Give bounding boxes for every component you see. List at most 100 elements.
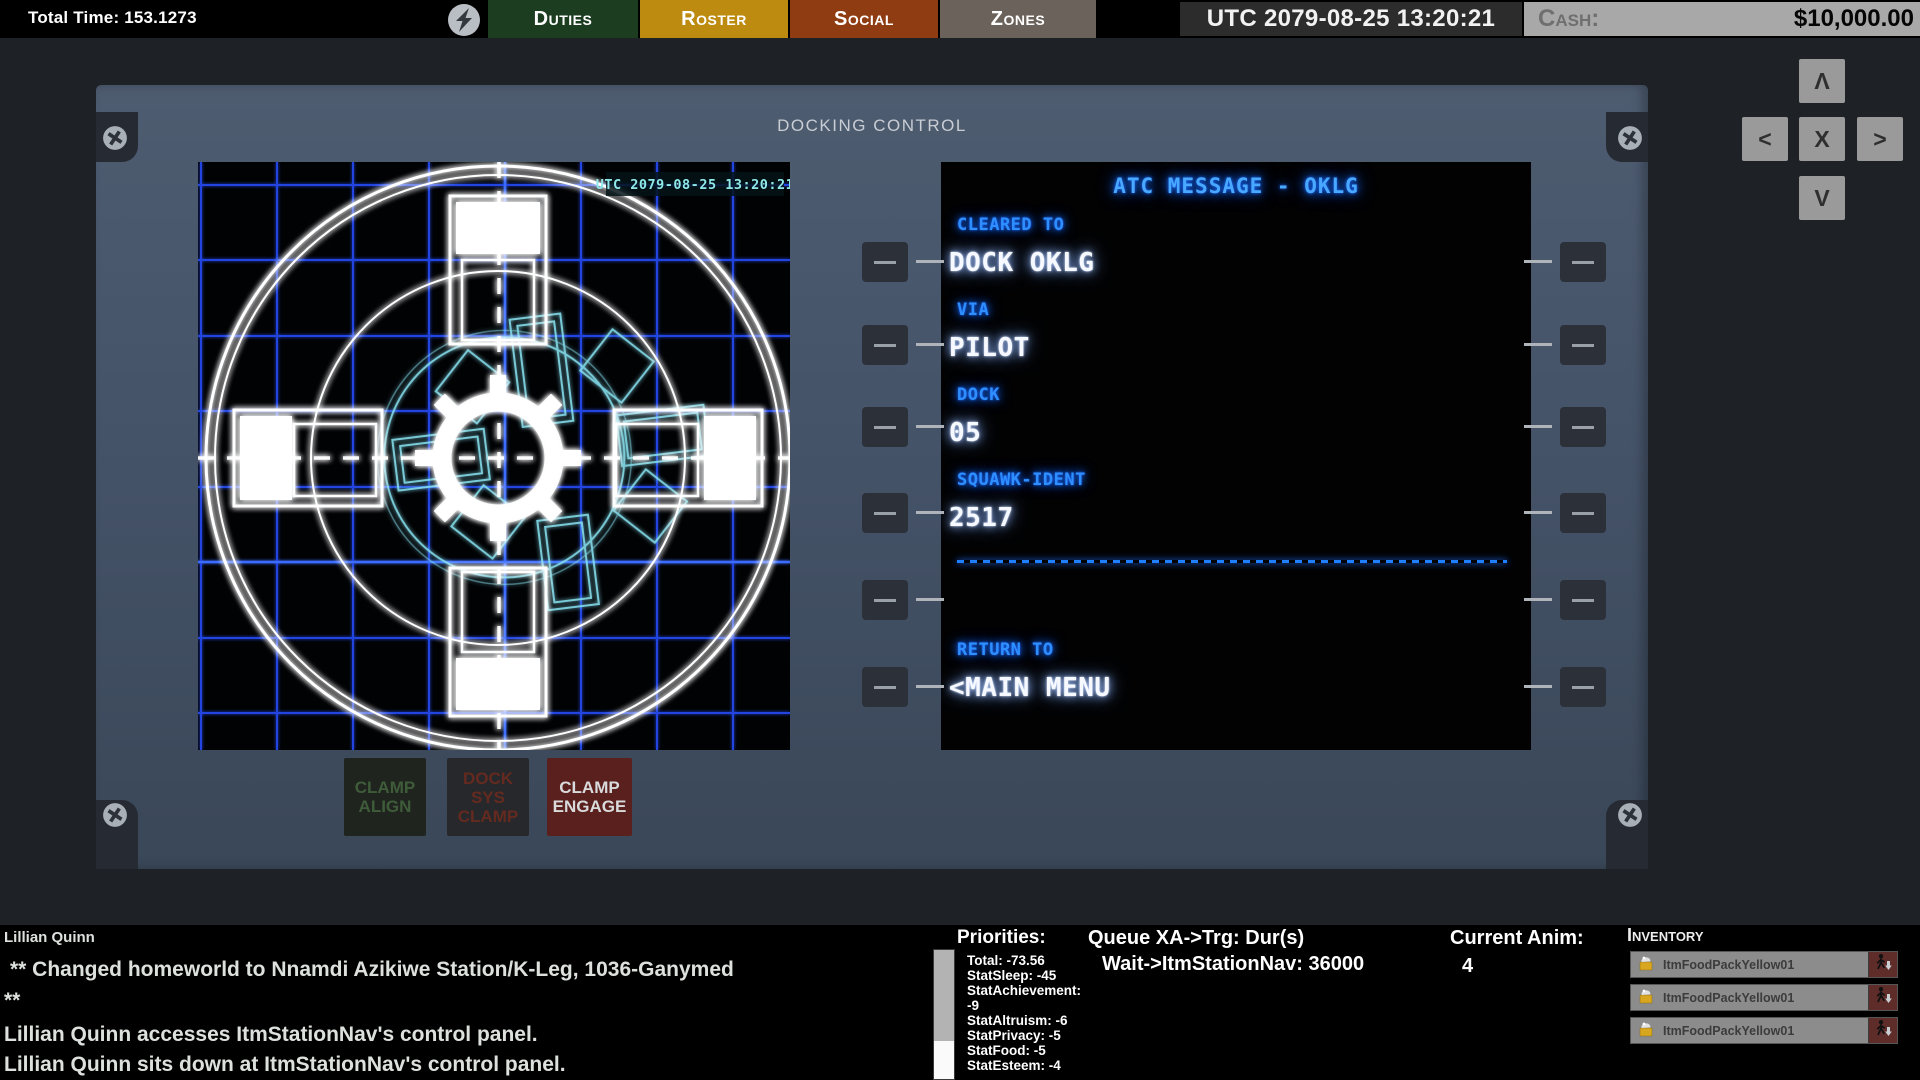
top-bar: Total Time: 153.1273 Duties Roster Socia… [0, 0, 1920, 38]
priority-item: -9 [967, 998, 1097, 1013]
log-line: ** [4, 989, 20, 1013]
priority-item: StatPrivacy: -5 [967, 1028, 1097, 1043]
inventory-item-name: ItmFoodPackYellow01 [1663, 958, 1794, 972]
inventory-item-name: ItmFoodPackYellow01 [1663, 1024, 1794, 1038]
tab-roster[interactable]: Roster [640, 0, 788, 38]
atc-separator-line [957, 560, 1507, 563]
inventory-item-row[interactable]: ItmFoodPackYellow01 [1630, 951, 1898, 978]
dash-icon [874, 686, 896, 689]
atc-field-label: SQUAWK-IDENT [957, 470, 1086, 490]
sync-button[interactable] [446, 2, 482, 38]
side-button-right-5[interactable] [1560, 580, 1606, 620]
log-scrollbar-thumb[interactable] [934, 1041, 954, 1079]
nav-right-button[interactable]: > [1857, 117, 1903, 161]
atc-field-label: DOCK [957, 385, 1000, 405]
log-line: Lillian Quinn accesses ItmStationNav's c… [4, 1023, 538, 1047]
screw-icon [1617, 125, 1643, 151]
atc-main-menu-link[interactable]: <MAIN MENU [949, 673, 1111, 703]
dash-mark [916, 598, 944, 601]
dash-mark [916, 685, 944, 688]
food-pack-icon [1638, 986, 1654, 1009]
dash-icon [1572, 686, 1594, 689]
side-button-right-3[interactable] [1560, 407, 1606, 447]
atc-field-value: 05 [949, 418, 981, 448]
log-line: Lillian Quinn sits down at ItmStationNav… [4, 1053, 566, 1077]
nav-down-button[interactable]: V [1799, 176, 1845, 220]
nav-left-button[interactable]: < [1742, 117, 1788, 161]
queue-header: Queue XA->Trg: Dur(s) [1088, 927, 1304, 950]
screw-icon [102, 802, 128, 828]
inventory-header: Inventory [1627, 925, 1704, 946]
dash-icon [874, 512, 896, 515]
dash-icon [1572, 599, 1594, 602]
inventory-item-name: ItmFoodPackYellow01 [1663, 991, 1794, 1005]
nav-close-button[interactable]: X [1799, 117, 1845, 161]
side-button-right-2[interactable] [1560, 325, 1606, 365]
panel-title: DOCKING CONTROL [96, 116, 1648, 136]
dash-icon [1572, 512, 1594, 515]
priorities-header: Priorities: [957, 927, 1046, 949]
clamp-engage-button[interactable]: CLAMP ENGAGE [547, 758, 632, 836]
drop-item-button[interactable] [1868, 985, 1897, 1010]
priority-item: StatFood: -5 [967, 1043, 1097, 1058]
dash-mark [916, 260, 944, 263]
food-pack-icon [1638, 1019, 1654, 1042]
dash-mark [1524, 511, 1552, 514]
tab-zones[interactable]: Zones [940, 0, 1096, 38]
inventory-item-row[interactable]: ItmFoodPackYellow01 [1630, 1017, 1898, 1044]
cash-value: $10,000.00 [1794, 5, 1914, 33]
side-button-right-4[interactable] [1560, 493, 1606, 533]
radar-timestamp: UTC 2079-08-25 13:20:21 [596, 177, 790, 193]
total-time-label: Total Time: 153.1273 [28, 8, 197, 28]
atc-message-screen: ATC MESSAGE - OKLG CLEARED TO DOCK OKLG … [941, 162, 1531, 750]
dash-mark [916, 511, 944, 514]
side-button-left-4[interactable] [862, 493, 908, 533]
docking-radar-display: UTC 2079-08-25 13:20:21 [198, 162, 790, 750]
priority-item: StatAltruism: -6 [967, 1013, 1097, 1028]
atc-return-label: RETURN TO [957, 640, 1054, 660]
dash-mark [916, 425, 944, 428]
atc-title: ATC MESSAGE - OKLG [941, 174, 1531, 198]
dash-mark [1524, 343, 1552, 346]
atc-field-label: CLEARED TO [957, 215, 1064, 235]
side-button-left-1[interactable] [862, 242, 908, 282]
clamp-align-button[interactable]: CLAMP ALIGN [344, 758, 426, 836]
side-button-left-6[interactable] [862, 667, 908, 707]
tab-duties[interactable]: Duties [488, 0, 638, 38]
priority-item: StatSleep: -45 [967, 968, 1097, 983]
dash-icon [874, 426, 896, 429]
dash-icon [1572, 426, 1594, 429]
inventory-item-row[interactable]: ItmFoodPackYellow01 [1630, 984, 1898, 1011]
food-pack-icon [1638, 953, 1654, 976]
priority-item: StatEsteem: -4 [967, 1058, 1097, 1073]
drop-item-button[interactable] [1868, 952, 1897, 977]
tab-social[interactable]: Social [790, 0, 938, 38]
dash-mark [1524, 685, 1552, 688]
dash-icon [1572, 261, 1594, 264]
side-button-left-2[interactable] [862, 325, 908, 365]
dash-icon [1572, 344, 1594, 347]
walking-drop-icon [1874, 986, 1892, 1010]
atc-field-label: VIA [957, 300, 989, 320]
log-line: ** Changed homeworld to Nnamdi Azikiwe S… [10, 958, 734, 982]
walking-drop-icon [1874, 1019, 1892, 1043]
side-button-left-5[interactable] [862, 580, 908, 620]
current-anim-value: 4 [1462, 955, 1473, 978]
side-button-right-6[interactable] [1560, 667, 1606, 707]
side-button-right-1[interactable] [1560, 242, 1606, 282]
screw-icon [1617, 802, 1643, 828]
priority-item: StatAchievement: [967, 983, 1097, 998]
current-anim-header: Current Anim: [1450, 927, 1584, 950]
drop-item-button[interactable] [1868, 1018, 1897, 1043]
side-button-left-3[interactable] [862, 407, 908, 447]
log-scrollbar[interactable] [933, 949, 955, 1080]
atc-field-value: 2517 [949, 503, 1014, 533]
screw-icon [102, 125, 128, 151]
queue-item: Wait->ItmStationNav: 36000 [1102, 953, 1364, 976]
dash-mark [1524, 260, 1552, 263]
priority-item: Total: -73.56 [967, 953, 1097, 968]
walking-drop-icon [1874, 953, 1892, 977]
priorities-list: Total: -73.56 StatSleep: -45 StatAchieve… [967, 953, 1097, 1073]
nav-up-button[interactable]: Λ [1799, 59, 1845, 103]
dock-sys-clamp-button[interactable]: DOCK SYS CLAMP [447, 758, 529, 836]
